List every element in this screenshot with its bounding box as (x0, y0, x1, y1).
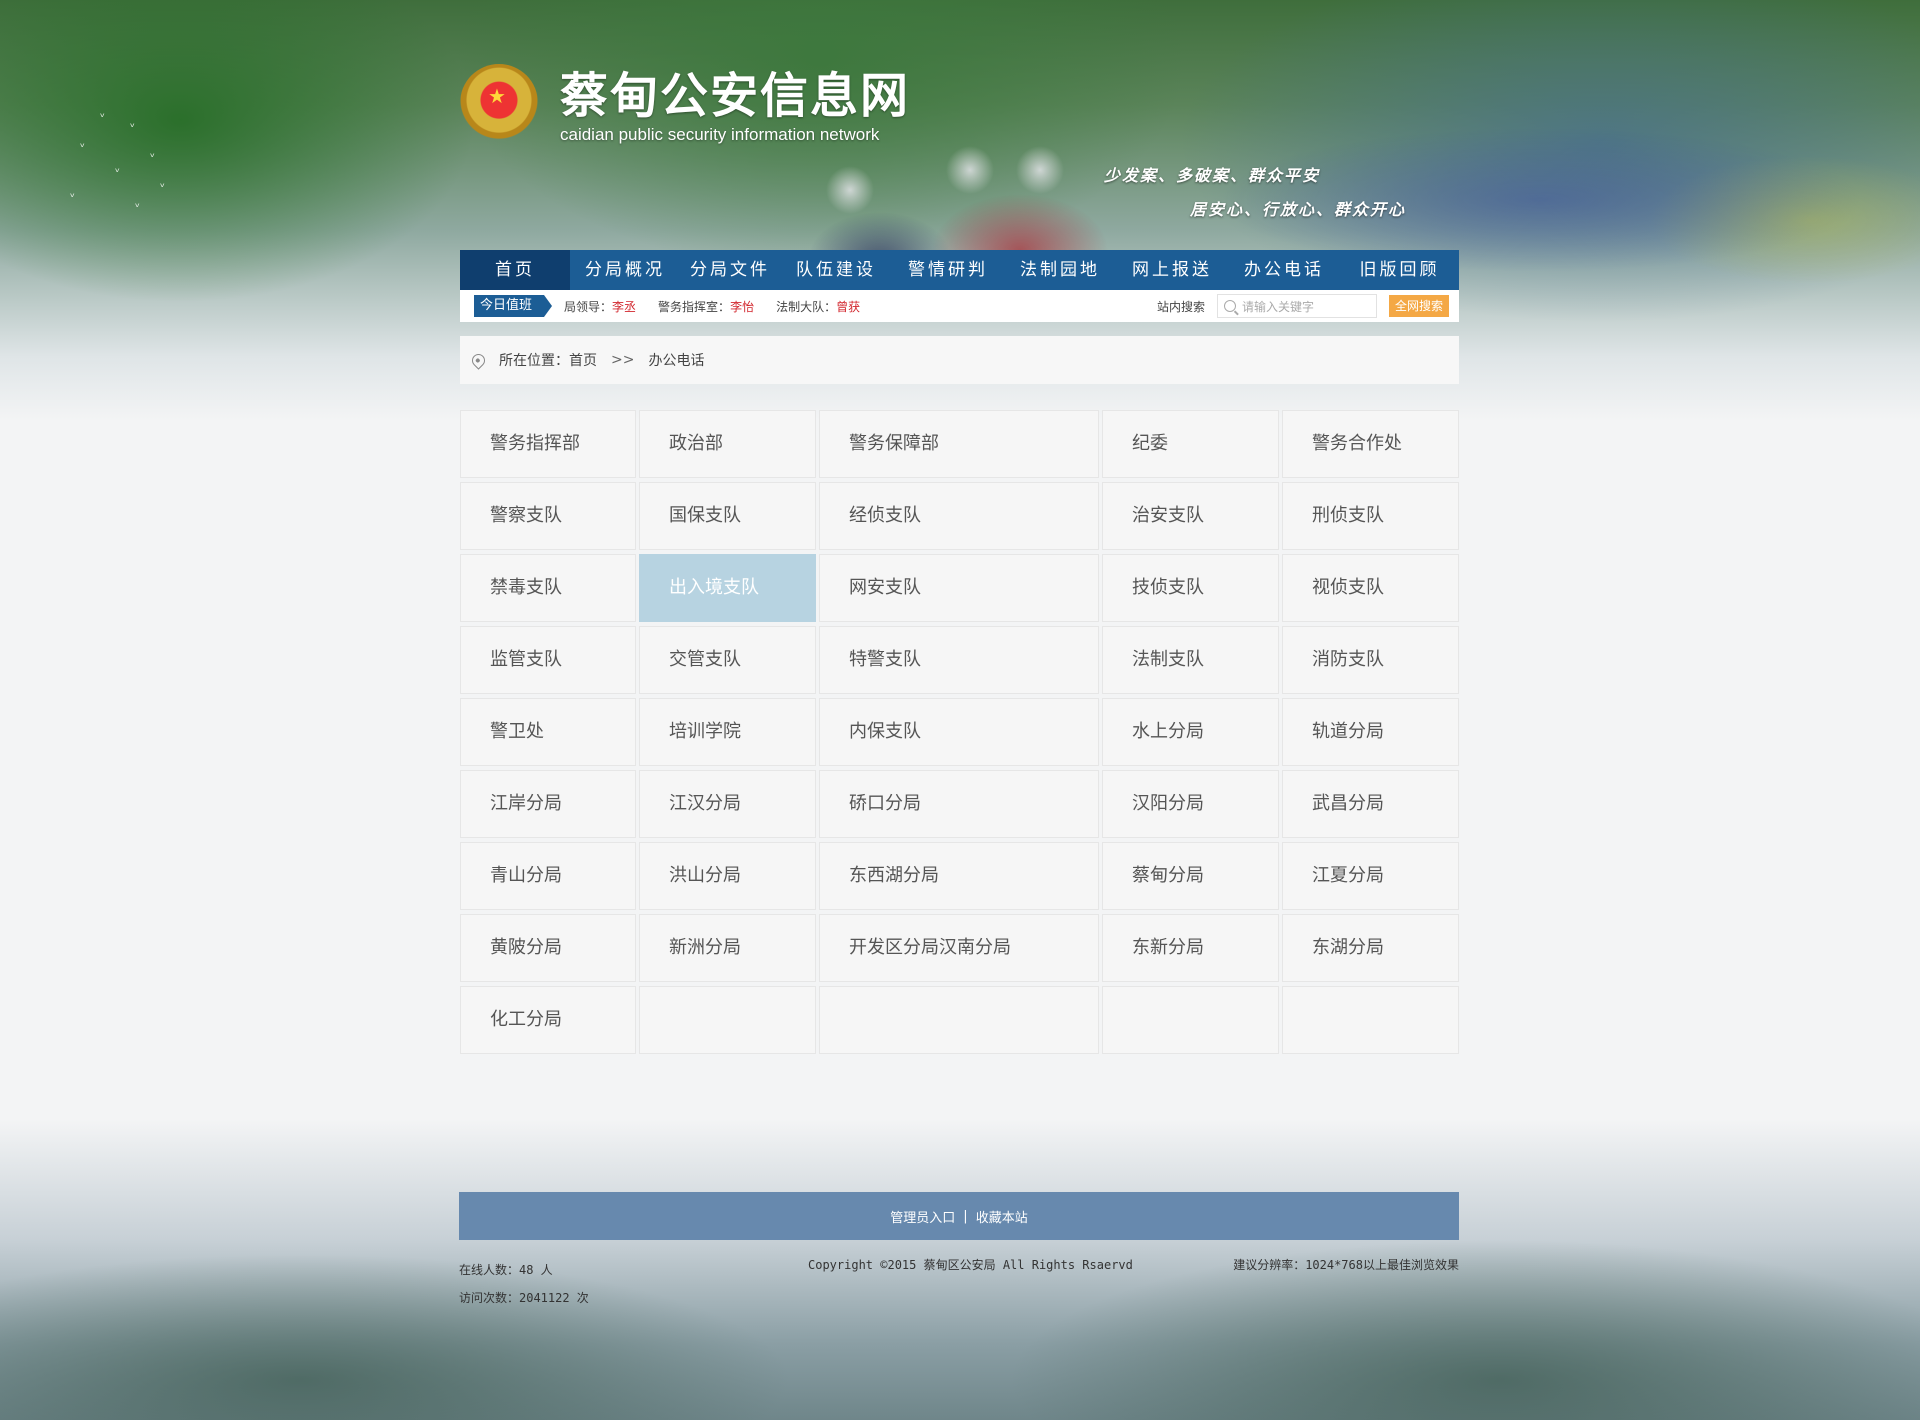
breadcrumb-separator: >> (611, 352, 635, 368)
department-cell[interactable]: 新洲分局 (639, 914, 816, 982)
visit-count: 访问次数：2041122 次 (459, 1291, 589, 1305)
admin-entry-link[interactable]: 管理员入口 (890, 1207, 955, 1226)
copyright: Copyright ©2015 蔡甸区公安局 All Rights Rsaerv… (808, 1258, 1133, 1272)
department-cell-highlighted[interactable]: 出入境支队 (639, 554, 816, 622)
department-cell[interactable]: 东西湖分局 (819, 842, 1099, 910)
department-cell-empty (1282, 986, 1459, 1054)
department-cell[interactable]: 网安支队 (819, 554, 1099, 622)
slogan-line-2: 居安心、行放心、群众开心 (1190, 200, 1407, 219)
department-cell[interactable]: 内保支队 (819, 698, 1099, 766)
duty-info-bar: 今日值班 局领导：李丞 警务指挥室：李怡 法制大队：曾获 站内搜索 请输入关键字… (460, 290, 1459, 322)
department-cell[interactable]: 警务指挥部 (460, 410, 636, 478)
department-cell[interactable]: 东湖分局 (1282, 914, 1459, 982)
search-placeholder: 请输入关键字 (1241, 299, 1314, 314)
location-pin-icon (469, 350, 488, 370)
department-cell[interactable]: 治安支队 (1102, 482, 1279, 550)
department-cell[interactable]: 开发区分局汉南分局 (819, 914, 1099, 982)
department-cell[interactable]: 培训学院 (639, 698, 816, 766)
nav-item-legal[interactable]: 法制园地 (1004, 250, 1116, 290)
department-cell[interactable]: 法制支队 (1102, 626, 1279, 694)
department-cell[interactable]: 江岸分局 (460, 770, 636, 838)
nav-item-documents[interactable]: 分局文件 (680, 250, 780, 290)
search-button[interactable]: 全网搜索 (1388, 295, 1449, 317)
duty-tag: 今日值班 (474, 295, 553, 317)
nav-item-home[interactable]: 首页 (460, 250, 570, 290)
department-cell[interactable]: 江夏分局 (1282, 842, 1459, 910)
department-grid: 警务指挥部 政治部 警务保障部 纪委 警务合作处警察支队 国保支队 经侦支队 治安支队 刑侦支队… (460, 410, 1459, 1054)
department-cell[interactable]: 纪委 (1102, 410, 1279, 478)
footer-bar: 管理员入口 | 收藏本站 (459, 1192, 1459, 1240)
department-cell[interactable]: 警卫处 (460, 698, 636, 766)
department-cell[interactable]: 视侦支队 (1282, 554, 1459, 622)
slogan-line-1: 少发案、多破案、群众平安 (1104, 166, 1321, 185)
department-cell[interactable]: 交管支队 (639, 626, 816, 694)
breadcrumb-prefix: 所在位置： (499, 353, 569, 369)
breadcrumb: 所在位置： 首页 >> 办公电话 (460, 336, 1459, 384)
department-cell[interactable]: 化工分局 (460, 986, 636, 1054)
duty-leader: 局领导：李丞 (564, 298, 636, 315)
department-cell[interactable]: 硚口分局 (819, 770, 1099, 838)
department-cell[interactable]: 汉阳分局 (1102, 770, 1279, 838)
department-cell[interactable]: 特警支队 (819, 626, 1099, 694)
department-cell[interactable]: 警务合作处 (1282, 410, 1459, 478)
breadcrumb-home[interactable]: 首页 (569, 350, 597, 370)
department-cell[interactable]: 禁毒支队 (460, 554, 636, 622)
department-cell[interactable]: 武昌分局 (1282, 770, 1459, 838)
resolution-tip: 建议分辨率：1024*768以上最佳浏览效果 (1233, 1258, 1459, 1272)
breadcrumb-current: 办公电话 (648, 353, 705, 369)
nav-item-phone[interactable]: 办公电话 (1228, 250, 1340, 290)
department-cell[interactable]: 政治部 (639, 410, 816, 478)
department-cell[interactable]: 技侦支队 (1102, 554, 1279, 622)
department-cell[interactable]: 消防支队 (1282, 626, 1459, 694)
department-cell-empty (819, 986, 1099, 1054)
police-emblem-icon (460, 64, 538, 150)
department-cell-empty (639, 986, 816, 1054)
footer-divider: | (963, 1208, 968, 1224)
department-cell[interactable]: 国保支队 (639, 482, 816, 550)
department-cell[interactable]: 东新分局 (1102, 914, 1279, 982)
search-input[interactable]: 请输入关键字 (1216, 294, 1377, 318)
nav-item-old-version[interactable]: 旧版回顾 (1340, 250, 1459, 290)
department-cell[interactable]: 经侦支队 (819, 482, 1099, 550)
birds-decoration: ᵛᵛ ᵛᵛ ᵛᵛ ᵛᵛ (70, 110, 166, 214)
site-title: 蔡甸公安信息网 (560, 68, 911, 124)
duty-legal-name: 曾获 (836, 299, 861, 314)
footer-stats: 在线人数：48 人 访问次数：2041122 次 (459, 1256, 589, 1312)
department-cell[interactable]: 刑侦支队 (1282, 482, 1459, 550)
department-cell[interactable]: 警察支队 (460, 482, 636, 550)
duty-command-name: 李怡 (730, 299, 755, 314)
department-cell[interactable]: 黄陂分局 (460, 914, 636, 982)
nav-item-analysis[interactable]: 警情研判 (892, 250, 1004, 290)
department-cell[interactable]: 警务保障部 (819, 410, 1099, 478)
department-cell[interactable]: 水上分局 (1102, 698, 1279, 766)
search-label: 站内搜索 (1156, 299, 1205, 314)
department-cell[interactable]: 青山分局 (460, 842, 636, 910)
department-cell[interactable]: 监管支队 (460, 626, 636, 694)
department-cell[interactable]: 轨道分局 (1282, 698, 1459, 766)
search-icon (1223, 300, 1236, 312)
duty-leader-label: 局领导： (564, 299, 613, 314)
department-cell[interactable]: 洪山分局 (639, 842, 816, 910)
online-users: 在线人数：48 人 (459, 1263, 553, 1277)
duty-legal: 法制大队：曾获 (776, 298, 860, 315)
nav-item-overview[interactable]: 分局概况 (570, 250, 680, 290)
department-cell-empty (1102, 986, 1279, 1054)
site-logo[interactable]: 蔡甸公安信息网 caidian public security informat… (460, 64, 910, 150)
nav-item-team[interactable]: 队伍建设 (780, 250, 892, 290)
department-cell[interactable]: 蔡甸分局 (1102, 842, 1279, 910)
main-nav: 首页 分局概况 分局文件 队伍建设 警情研判 法制园地 网上报送 办公电话 旧版… (460, 250, 1459, 290)
department-cell[interactable]: 江汉分局 (639, 770, 816, 838)
duty-command-label: 警务指挥室： (658, 299, 731, 314)
bookmark-link[interactable]: 收藏本站 (976, 1207, 1028, 1226)
nav-item-report[interactable]: 网上报送 (1116, 250, 1228, 290)
duty-leader-name: 李丞 (612, 299, 637, 314)
duty-legal-label: 法制大队： (776, 299, 837, 314)
site-subtitle: caidian public security information netw… (560, 125, 880, 144)
duty-command: 警务指挥室：李怡 (658, 298, 754, 315)
